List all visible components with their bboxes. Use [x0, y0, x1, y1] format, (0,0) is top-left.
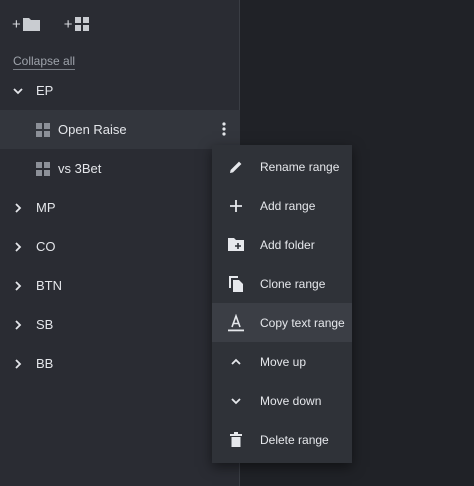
menu-item-move-up[interactable]: Move up	[212, 342, 352, 381]
tree-item-label: Open Raise	[58, 122, 127, 137]
tree-item-label: vs 3Bet	[58, 161, 102, 176]
trash-icon	[212, 431, 260, 448]
tree-folder-label: MP	[36, 200, 56, 215]
menu-item-label: Add folder	[260, 237, 315, 252]
menu-item-move-down[interactable]: Move down	[212, 381, 352, 420]
menu-item-delete-range[interactable]: Delete range	[212, 420, 352, 459]
menu-item-label: Add range	[260, 198, 316, 213]
chevron-down-icon	[0, 85, 36, 97]
tree-folder-bb[interactable]: BB	[0, 344, 240, 383]
chevron-right-icon	[0, 358, 36, 370]
tree-folder-label: BTN	[36, 278, 62, 293]
pencil-icon	[212, 159, 260, 175]
plus-label: +	[12, 15, 21, 33]
tree-folder-mp[interactable]: MP	[0, 188, 240, 227]
menu-item-label: Copy text range	[260, 315, 345, 330]
plus-label: +	[63, 15, 73, 33]
more-vert-icon[interactable]	[222, 122, 226, 139]
chevron-down-icon	[212, 395, 260, 407]
chevron-up-icon	[212, 356, 260, 368]
grid-icon	[74, 17, 89, 31]
tree-folder-ep[interactable]: EP	[0, 71, 240, 110]
tree-folder-label: BB	[36, 356, 54, 371]
create-new-folder-icon	[212, 237, 260, 252]
grid-icon	[36, 122, 50, 137]
text-format-icon	[212, 313, 260, 332]
sidebar-toolbar: + +	[12, 12, 112, 36]
tree-folder-label: EP	[36, 83, 54, 98]
menu-item-label: Rename range	[260, 159, 340, 174]
menu-item-copy-text-range[interactable]: Copy text range	[212, 303, 352, 342]
menu-item-label: Delete range	[260, 432, 329, 447]
add-folder-button[interactable]: +	[12, 16, 42, 32]
chevron-right-icon	[0, 202, 36, 214]
menu-item-label: Move down	[260, 393, 322, 408]
sidebar: + + Collapse all EP Open Raise vs 3Bet M…	[0, 0, 240, 486]
tree-folder-co[interactable]: CO	[0, 227, 240, 266]
chevron-right-icon	[0, 241, 36, 253]
plus-icon	[212, 199, 260, 213]
menu-item-clone-range[interactable]: Clone range	[212, 264, 352, 303]
menu-item-rename-range[interactable]: Rename range	[212, 147, 352, 186]
folder-icon	[22, 18, 40, 31]
menu-item-add-range[interactable]: Add range	[212, 186, 352, 225]
tree-folder-label: SB	[36, 317, 54, 332]
add-range-button[interactable]: +	[64, 16, 90, 32]
chevron-right-icon	[0, 280, 36, 292]
tree-item-vs-3bet[interactable]: vs 3Bet	[0, 149, 240, 188]
context-menu: Rename range Add range Add folder Clone …	[212, 145, 352, 463]
grid-icon	[36, 161, 50, 176]
tree-item-open-raise[interactable]: Open Raise	[0, 110, 240, 149]
tree-folder-label: CO	[36, 239, 56, 254]
tree-folder-sb[interactable]: SB	[0, 305, 240, 344]
menu-item-add-folder[interactable]: Add folder	[212, 225, 352, 264]
chevron-right-icon	[0, 319, 36, 331]
menu-item-label: Move up	[260, 354, 307, 369]
copy-icon	[212, 275, 260, 293]
collapse-all-link[interactable]: Collapse all	[13, 54, 76, 70]
tree-folder-btn[interactable]: BTN	[0, 266, 240, 305]
menu-item-label: Clone range	[260, 276, 326, 291]
